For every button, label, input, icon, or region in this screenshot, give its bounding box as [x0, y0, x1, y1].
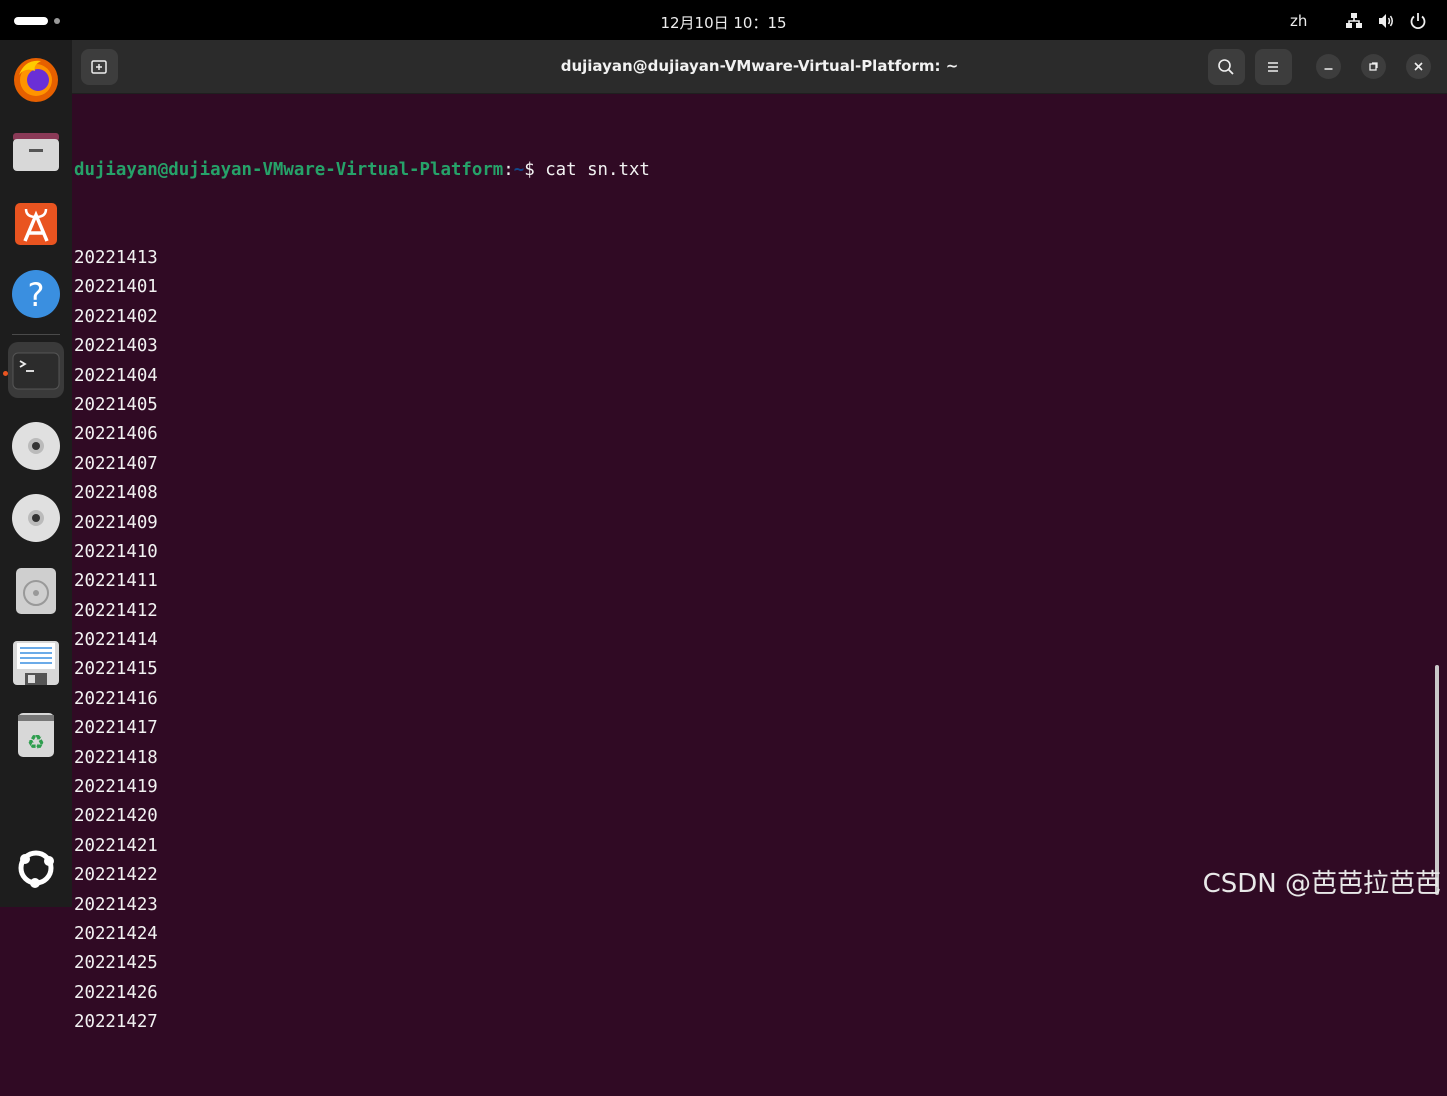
output-line: 20221409 — [74, 512, 158, 533]
prompt-colon: : — [503, 159, 514, 180]
output-line: 20221410 — [74, 541, 158, 562]
disc-icon — [12, 494, 60, 542]
output-line: 20221425 — [74, 953, 158, 974]
output-line: 20221402 — [74, 306, 158, 327]
output-line: 20221406 — [74, 424, 158, 445]
dock-item-disc-1[interactable] — [8, 418, 64, 474]
top-bar: 12月10日 10：15 zh — [0, 0, 1447, 40]
output-line: 20221408 — [74, 483, 158, 504]
power-icon[interactable] — [1409, 12, 1427, 30]
minimize-button[interactable] — [1316, 54, 1341, 79]
app-center-icon — [15, 203, 57, 245]
menu-button[interactable] — [1255, 49, 1292, 85]
dock-item-files[interactable] — [8, 122, 64, 178]
output-line: 20221416 — [74, 688, 158, 709]
output-line: 20221407 — [74, 453, 158, 474]
dock-separator — [12, 334, 60, 335]
scrollbar[interactable] — [1435, 665, 1439, 895]
output-line: 20221401 — [74, 277, 158, 298]
terminal-output[interactable]: dujiayan@dujiayan-VMware-Virtual-Platfor… — [74, 97, 1424, 1032]
maximize-button[interactable] — [1361, 54, 1386, 79]
search-button[interactable] — [1208, 49, 1245, 85]
output-line: 20221411 — [74, 571, 158, 592]
terminal-icon — [12, 352, 60, 390]
prompt-line: dujiayan@dujiayan-VMware-Virtual-Platfor… — [74, 156, 1424, 185]
volume-icon[interactable] — [1377, 12, 1395, 30]
clock-container: 12月10日 10：15 — [0, 0, 1447, 33]
floppy-icon — [13, 641, 59, 685]
svg-text:♻: ♻ — [27, 730, 45, 754]
watermark: CSDN @芭芭拉芭芭 — [1202, 869, 1441, 899]
output-line: 20221415 — [74, 659, 158, 680]
prompt-path: ~ — [513, 159, 525, 180]
output-line: 20221426 — [74, 982, 158, 1003]
dock-item-floppy[interactable] — [8, 634, 64, 690]
prompt-symbol: $ — [524, 159, 546, 180]
output-line: 20221427 — [74, 1012, 158, 1033]
dock-item-trash[interactable]: ♻ — [8, 706, 64, 762]
svg-text:?: ? — [28, 276, 45, 314]
output-line: 20221421 — [74, 835, 158, 856]
new-tab-icon — [91, 60, 107, 74]
network-icon[interactable] — [1345, 12, 1363, 30]
output-line: 20221419 — [74, 777, 158, 798]
output-line: 20221413 — [74, 248, 158, 269]
dock-item-help[interactable]: ? — [8, 266, 64, 322]
dock-item-terminal[interactable] — [8, 342, 64, 398]
hamburger-menu-icon — [1268, 62, 1278, 72]
minimize-icon — [1324, 68, 1333, 70]
close-button[interactable] — [1406, 54, 1431, 79]
close-icon — [1414, 62, 1423, 71]
output-line: 20221424 — [74, 924, 158, 944]
disk-drive-icon — [16, 568, 56, 614]
search-icon — [1218, 59, 1234, 75]
dock-item-disc-2[interactable] — [8, 490, 64, 546]
dock-item-app-center[interactable] — [8, 194, 64, 250]
help-icon: ? — [12, 270, 60, 318]
prompt-user-host: dujiayan@dujiayan-VMware-Virtual-Platfor… — [74, 159, 504, 180]
disc-icon — [12, 422, 60, 470]
show-apps-icon — [18, 850, 54, 888]
input-language[interactable]: zh — [1290, 12, 1307, 30]
firefox-icon — [14, 58, 58, 102]
dock-item-firefox[interactable] — [8, 50, 64, 106]
output-line: 20221405 — [74, 394, 158, 415]
command-text: cat sn.txt — [545, 159, 650, 180]
output-line: 20221418 — [74, 747, 158, 768]
output-line: 20221412 — [74, 600, 158, 621]
header-bar[interactable]: dujiayan@dujiayan-VMware-Virtual-Platfor… — [72, 40, 1447, 94]
output-line: 20221417 — [74, 718, 158, 739]
files-icon — [13, 133, 59, 171]
dock-item-disk-drive[interactable] — [8, 562, 64, 618]
output-line: 20221420 — [74, 806, 158, 827]
new-tab-button[interactable] — [81, 49, 118, 85]
clock[interactable]: 12月10日 10：15 — [660, 12, 786, 33]
restore-icon — [1369, 62, 1378, 71]
dock: ? ♻ — [0, 40, 72, 907]
trash-icon: ♻ — [18, 713, 54, 757]
output-line: 20221404 — [74, 365, 158, 386]
output-line: 20221414 — [74, 630, 158, 651]
output-line: 20221403 — [74, 336, 158, 357]
command-output: 20221413 20221401 20221402 20221403 20221404… — [74, 244, 1424, 1038]
terminal-window: dujiayan@dujiayan-VMware-Virtual-Platfor… — [72, 40, 1447, 1032]
dock-item-show-apps[interactable] — [8, 840, 64, 896]
